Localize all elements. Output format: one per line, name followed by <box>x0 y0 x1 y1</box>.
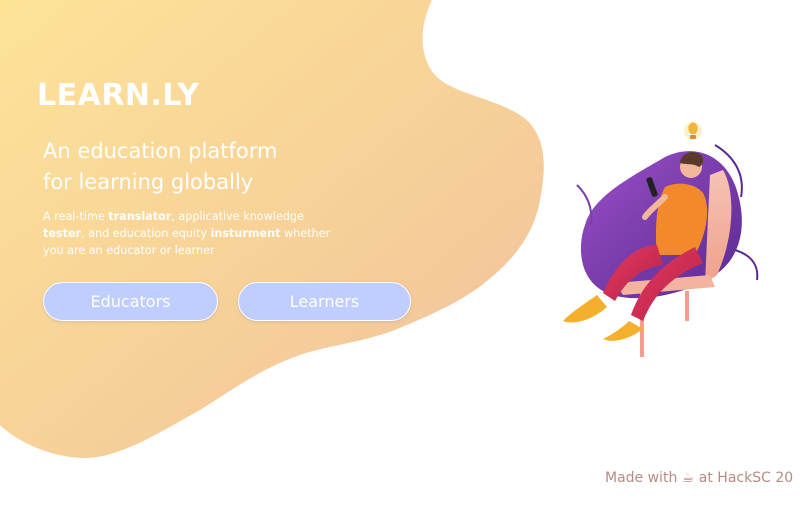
footer-credit: Made with ☕ at HackSC 20 <box>605 470 793 486</box>
student-with-phone-illustration <box>563 122 759 357</box>
coffee-icon: ☕ <box>681 470 695 486</box>
lightbulb-icon <box>684 122 702 140</box>
description-text-1: A real-time <box>43 210 109 223</box>
description-bold-instrument: insturment <box>210 227 281 240</box>
description-text-3: , and education equity <box>81 227 211 240</box>
hero-tagline: An education platform for learning globa… <box>43 136 277 198</box>
tagline-line-1: An education platform <box>43 139 278 163</box>
description-text-2: , applicative knowledge <box>171 210 304 223</box>
footer-prefix: Made with <box>605 470 678 486</box>
tagline-line-2: for learning globally <box>43 170 254 194</box>
educators-button[interactable]: Educators <box>43 282 218 321</box>
app-logo: LEARN.LY <box>37 78 200 113</box>
footer-suffix: at HackSC 20 <box>698 470 794 486</box>
description-bold-translator: translator <box>108 210 172 223</box>
learners-button[interactable]: Learners <box>238 282 411 321</box>
hero-description: A real-time translator, applicative know… <box>43 208 343 259</box>
description-bold-tester: tester <box>43 227 82 240</box>
